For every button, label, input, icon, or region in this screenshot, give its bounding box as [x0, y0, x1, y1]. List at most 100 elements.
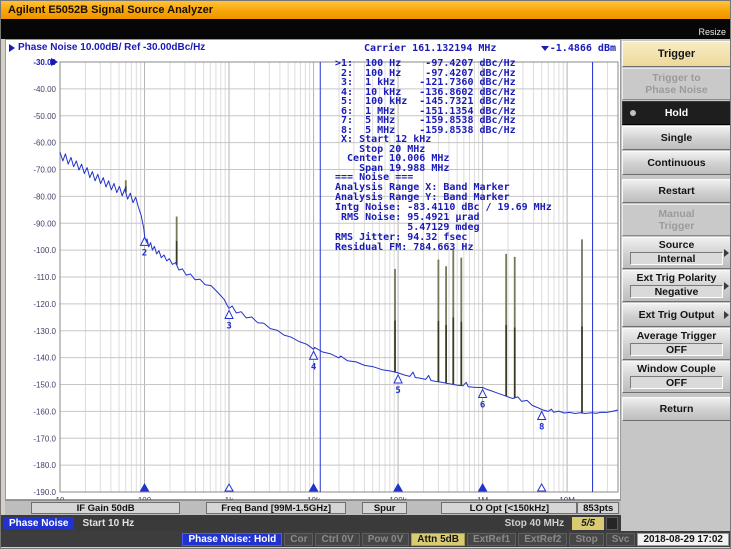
sidebar-item-restart[interactable]: Restart [622, 179, 730, 203]
y-tick-label: -110.0 [34, 273, 57, 282]
axis-marker-icon [477, 482, 488, 492]
softkey-label: Window Couple [637, 363, 716, 375]
average-count-badge: 5/5 [572, 516, 604, 530]
marker-6-number: 6 [480, 400, 485, 410]
marker-4-number: 4 [311, 362, 317, 372]
menu-title-trigger: Trigger [622, 41, 730, 67]
y-tick-label: -180.0 [33, 461, 56, 470]
marker-8-number: 8 [539, 422, 544, 432]
sidebar-item-source[interactable]: Source Internal [622, 237, 730, 269]
submenu-arrow-icon [724, 311, 729, 319]
carrier-readout: Carrier 161.132194 MHz -1.4866 dBm [364, 43, 616, 54]
status-chip-2018-08-29-17-02: 2018-08-29 17:02 [637, 532, 729, 546]
softkey-label: Return [659, 403, 694, 415]
setting-chip-if-gain-50db[interactable]: IF Gain 50dB [31, 502, 181, 514]
softkey-label: Source [658, 239, 695, 251]
softkey-label: Average Trigger [636, 330, 717, 342]
status-chip-pow-0v: Pow 0V [361, 532, 410, 546]
phase-noise-plot: 2 3 4 5 6 8 -30.00-40.00-50.00-60.00-70.00-80.… [33, 58, 619, 500]
y-tick-label: -40.00 [33, 85, 56, 94]
submenu-arrow-icon [724, 249, 729, 257]
y-tick-label: -80.00 [33, 192, 56, 201]
x-tick-label: 100k [389, 496, 407, 500]
sidebar-item-trigger-to-phase-noise[interactable]: Trigger to Phase Noise [622, 68, 730, 100]
submenu-arrow-icon [724, 282, 729, 290]
softkey-label: Ext Trig Polarity [636, 272, 717, 284]
softkey-label-line: Trigger [658, 220, 695, 232]
status-chip-cor: Cor [284, 532, 314, 546]
sidebar-item-manual-trigger[interactable]: Manual Trigger [622, 204, 730, 236]
sweep-start-label: Start 10 Hz [82, 517, 135, 529]
resize-button[interactable]: Resize [698, 27, 726, 37]
setting-chip-lo-opt-150khz[interactable]: LO Opt [<150kHz] [441, 502, 578, 514]
axis-marker-icon [139, 482, 150, 492]
setting-chip-853pts: 853pts [577, 502, 619, 514]
sidebar-item-continuous[interactable]: Continuous [622, 151, 730, 175]
setting-chip-spur[interactable]: Spur [361, 502, 408, 514]
y-tick-label: -190.0 [33, 488, 56, 497]
axis-markers [139, 482, 547, 492]
axis-marker-icon [308, 482, 319, 492]
noise-readout: === Noise === Analysis Range X: Band Mar… [335, 172, 552, 253]
softkey-value: Internal [630, 252, 723, 265]
y-axis-labels: -30.00-40.00-50.00-60.00-70.00-80.00-90.… [33, 58, 56, 497]
x-tick-label: 100 [138, 496, 152, 500]
marker-5-number: 5 [395, 386, 400, 396]
trace-header-label: Phase Noise 10.00dB/ Ref -30.00dBc/Hz [18, 42, 206, 53]
window-title: Agilent E5052B Signal Source Analyzer [8, 4, 213, 16]
marker-2-number: 2 [142, 248, 147, 258]
marker-3-triangle-icon[interactable] [224, 309, 234, 319]
softkey-menu: Trigger Trigger to Phase Noise Hold Single Co… [621, 39, 730, 531]
softkey-label: Continuous [647, 157, 706, 169]
marker-6-triangle-icon[interactable] [477, 388, 488, 398]
sidebar-item-window-couple[interactable]: Window Couple OFF [622, 361, 730, 393]
softkey-label-line: Manual [658, 208, 695, 220]
status-chip-extref1: ExtRef1 [466, 532, 517, 546]
trace-header: Phase Noise 10.00dB/ Ref -30.00dBc/Hz [9, 42, 205, 53]
trace-select-icon [9, 43, 15, 52]
softkey-label: Hold [664, 107, 689, 119]
sweep-status-bar: Phase Noise Start 10 Hz Stop 40 MHz 5/5 [1, 515, 621, 531]
sidebar-item-ext-trig-output[interactable]: Ext Trig Output [622, 303, 730, 327]
y-tick-label: -170.0 [33, 434, 56, 443]
softkey-label: Trigger [657, 48, 696, 60]
sidebar-item-average-trigger[interactable]: Average Trigger OFF [622, 328, 730, 360]
axis-marker-icon [224, 482, 234, 492]
active-measurement-chip: Phase Noise [3, 516, 75, 530]
softkey-label: Ext Trig Output [638, 309, 715, 321]
sidebar-item-ext-trig-polarity[interactable]: Ext Trig Polarity Negative [622, 270, 730, 302]
y-tick-label: -90.00 [33, 219, 56, 228]
status-chip-phase-noise-hold: Phase Noise: Hold [182, 532, 283, 546]
sidebar-item-hold[interactable]: Hold [622, 101, 730, 125]
sidebar-item-return[interactable]: Return [622, 397, 730, 421]
e5052b-screen: Agilent E5052B Signal Source Analyzer Re… [0, 0, 731, 549]
x-tick-label: 10M [559, 496, 575, 500]
marker-3-number: 3 [226, 321, 231, 331]
instrument-status-bar: Phase Noise: Hold Cor Ctrl 0V Pow 0V Attn 5d… [1, 531, 730, 547]
status-chip-ctrl-0v: Ctrl 0V [315, 532, 360, 546]
y-tick-label: -150.0 [33, 381, 56, 390]
y-tick-label: -160.0 [33, 407, 56, 416]
window-title-bar: Agilent E5052B Signal Source Analyzer [1, 1, 730, 19]
x-tick-label: 10 [56, 496, 65, 500]
y-tick-label: -100.0 [33, 246, 56, 255]
selected-bullet-icon [630, 110, 636, 116]
sidebar-item-single[interactable]: Single [622, 126, 730, 150]
trace-markers[interactable]: 2 3 4 5 6 8 [139, 236, 547, 432]
carrier-frequency: Carrier 161.132194 MHz [364, 43, 497, 54]
softkey-value: Negative [630, 285, 723, 298]
marker-4-triangle-icon[interactable] [308, 350, 319, 360]
softkey-value: OFF [630, 343, 723, 356]
carrier-power: -1.4866 dBm [549, 43, 616, 54]
sweep-stop-label: Stop 40 MHz [504, 517, 565, 529]
x-tick-label: 1M [477, 496, 488, 500]
marker-5-triangle-icon[interactable] [393, 373, 403, 384]
axis-marker-icon [536, 482, 547, 492]
status-chip-svc: Svc [605, 532, 636, 546]
y-tick-label: -120.0 [33, 300, 56, 309]
status-chip-extref2: ExtRef2 [518, 532, 568, 546]
setting-chip-freq-band-99m-1-5ghz[interactable]: Freq Band [99M-1.5GHz] [206, 502, 346, 514]
y-tick-label: -140.0 [33, 354, 56, 363]
marker-8-triangle-icon[interactable] [536, 410, 547, 420]
y-tick-label: -60.00 [33, 139, 56, 148]
